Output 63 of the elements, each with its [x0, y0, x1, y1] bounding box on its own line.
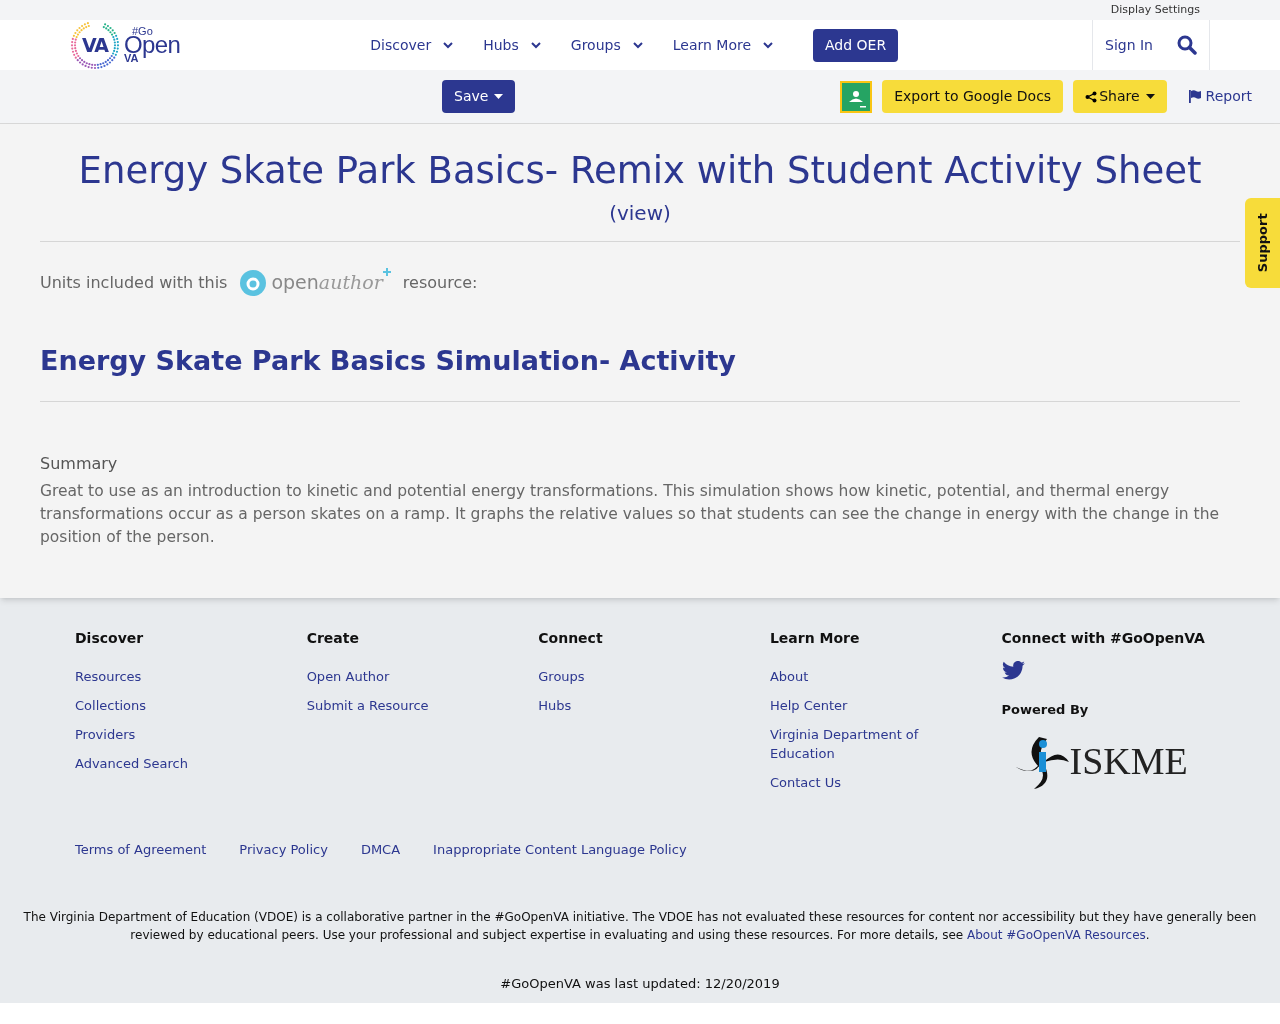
footer-link[interactable]: Providers: [75, 725, 235, 744]
last-updated-text: #GoOpenVA was last updated: 12/20/2019: [499, 974, 781, 993]
footer-link[interactable]: Contact Us: [769, 773, 930, 792]
nav-menu[interactable]: Learn More: [672, 34, 773, 56]
resource-title: Energy Skate Park Basics- Remix with Student Activity Sheet: [77, 148, 1203, 194]
footer-link[interactable]: Submit a Resource: [306, 696, 467, 715]
summary-heading: Summary: [40, 453, 119, 476]
footer-link[interactable]: Groups: [538, 667, 699, 686]
caret-icon: [1145, 94, 1155, 99]
units-label-suffix: resource:: [402, 271, 478, 294]
nav-menu[interactable]: Discover: [370, 34, 454, 56]
view-link[interactable]: (view): [609, 201, 671, 226]
footer-heading: Connect: [538, 629, 604, 648]
chevron-down-icon: [443, 41, 454, 49]
footer-link[interactable]: Resources: [75, 667, 235, 686]
footer-link[interactable]: Help Center: [769, 696, 930, 715]
chevron-down-icon: [530, 41, 541, 49]
chevron-down-icon: [763, 41, 773, 49]
footer-link[interactable]: Collections: [75, 696, 235, 715]
iskme-logo-text: ISKME: [1069, 739, 1188, 784]
plus-icon: [382, 268, 391, 277]
legal-link[interactable]: Inappropriate Content Language Policy: [433, 840, 687, 860]
display-settings-link[interactable]: Display Settings: [1110, 1, 1200, 19]
legal-link[interactable]: Privacy Policy: [239, 840, 328, 860]
footer-link[interactable]: Hubs: [538, 696, 699, 715]
footer-link[interactable]: Advanced Search: [75, 754, 235, 773]
add-oer-button[interactable]: Add OER: [813, 28, 899, 62]
powered-by-label: Powered By: [1001, 701, 1090, 719]
legal-link[interactable]: Terms of Agreement: [75, 840, 207, 860]
footer-heading: Connect with #GoOpenVA: [1001, 629, 1205, 648]
save-button[interactable]: Save: [442, 80, 516, 113]
dotted-ring-icon: [70, 20, 120, 70]
support-tab[interactable]: Support: [1245, 198, 1280, 288]
search-icon[interactable]: [1177, 35, 1197, 55]
caret-icon: [494, 94, 504, 99]
letter-circle-icon: [239, 268, 268, 297]
share-button[interactable]: Share: [1073, 80, 1167, 113]
footer-link[interactable]: Open Author: [306, 667, 467, 686]
site-logo[interactable]: VA #Go Open VA: [70, 20, 181, 70]
classroom-icon[interactable]: [840, 80, 873, 113]
footer-link[interactable]: Virginia Department of Education: [769, 725, 930, 763]
sign-in-link[interactable]: Sign In: [1105, 34, 1153, 56]
legal-link[interactable]: DMCA: [360, 840, 401, 860]
units-label: Units included with this: [40, 271, 228, 294]
footer-heading: Learn More: [769, 629, 861, 648]
nav-menu[interactable]: Groups: [570, 34, 643, 56]
share-icon: [1085, 90, 1098, 103]
disclaimer-text: The Virginia Department of Education (VDOE) is a collaborative partner in the #GoOpenVA initiative. The VDOE has not evaluated these resources for content nor accessibility but they have generally been reviewed by educational peers. Use your professional and subject expertise in evaluating and using these resources. For more details, see About #GoOpenVA Resources.: [22, 908, 1258, 944]
twitter-bird-icon[interactable]: [1001, 661, 1025, 680]
chevron-down-icon: [632, 41, 643, 49]
nav-menu[interactable]: Hubs: [483, 34, 541, 56]
footer-heading: Create: [306, 629, 360, 648]
logo-author-text: author: [318, 270, 383, 296]
summary-text: Great to use as an introduction to kinetic and potential energy transformations. This simulation shows how kinetic, potential, and thermal energy transformations occur as a person skates on a ramp. It graphs the relative values so that students can see the change in energy with the change in the position of the person.: [40, 481, 1221, 549]
logo-open-text: open: [271, 270, 319, 296]
logo-badge-text: VA: [81, 35, 109, 55]
flag-icon: [1188, 90, 1202, 103]
footer-heading: Discover: [75, 629, 145, 648]
unit-title[interactable]: Energy Skate Park Basics Simulation- Activity: [40, 340, 1240, 382]
footer-link[interactable]: About: [769, 667, 930, 686]
export-google-docs-button[interactable]: Export to Google Docs: [882, 80, 1064, 113]
report-link[interactable]: Report: [1188, 86, 1252, 107]
about-resources-link[interactable]: About #GoOpenVA Resources: [967, 927, 1146, 942]
